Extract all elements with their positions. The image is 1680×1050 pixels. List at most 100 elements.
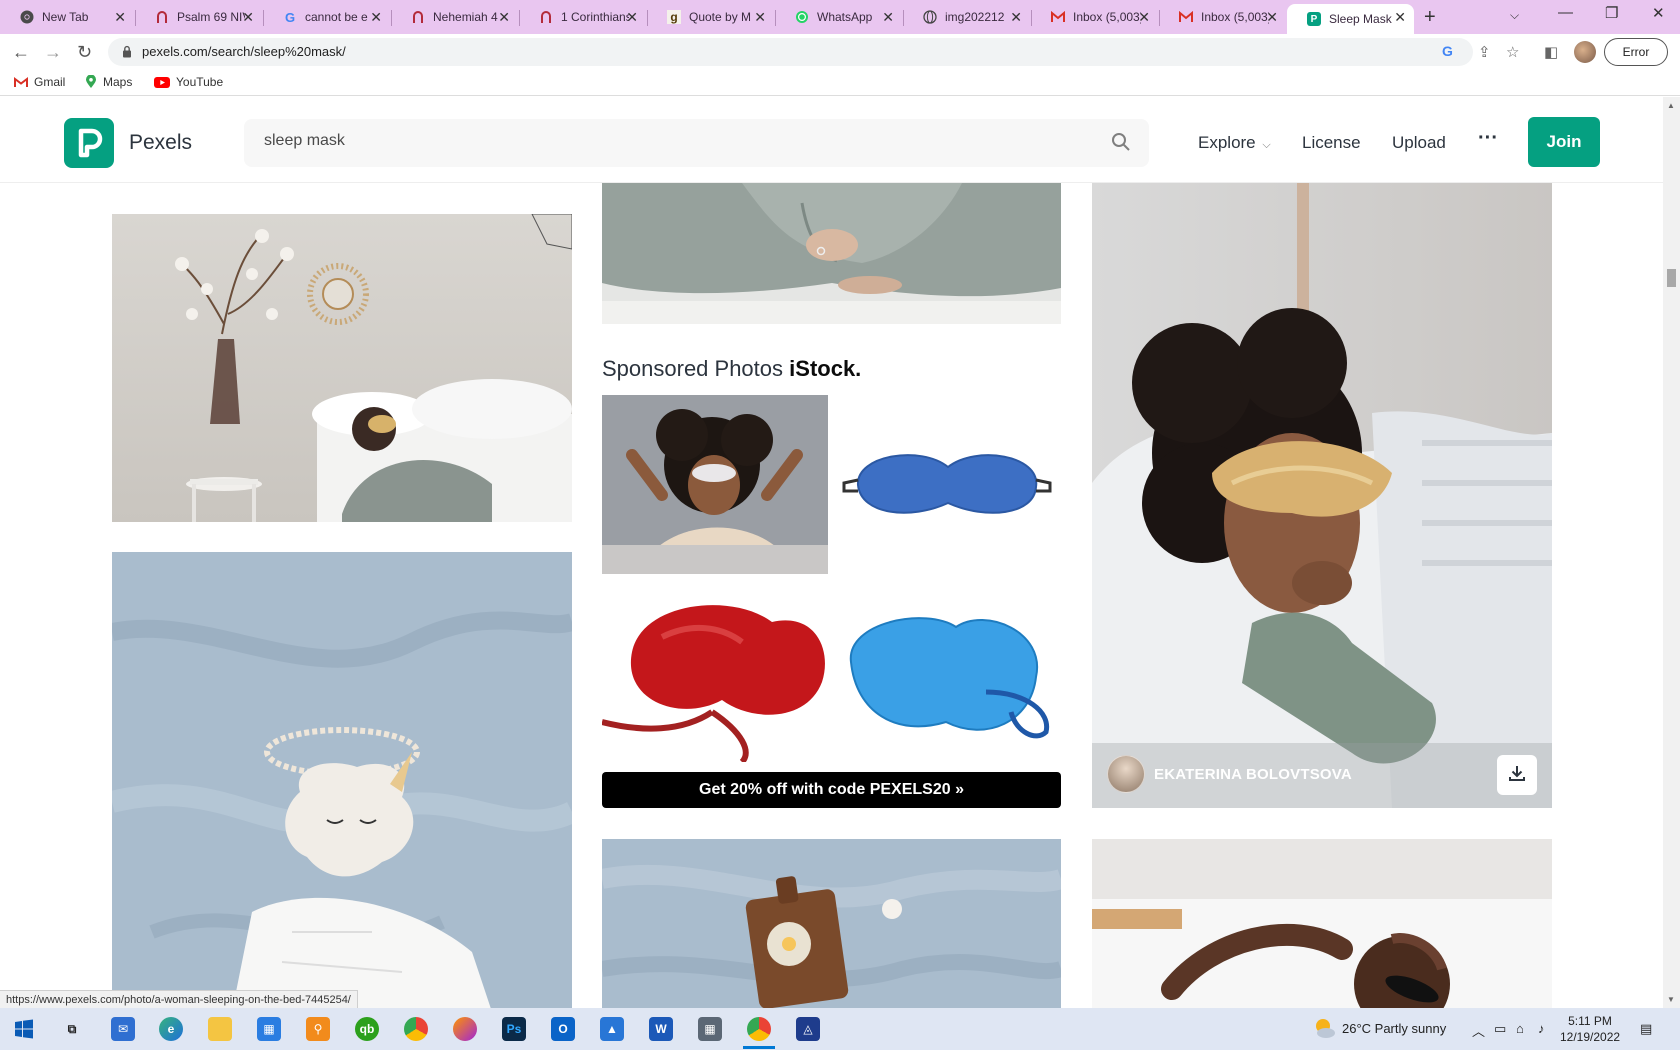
battery-icon[interactable]: ▭: [1494, 1021, 1506, 1037]
photo-author[interactable]: EKATERINA BOLOVTSOVA: [1107, 755, 1352, 793]
scroll-up-icon[interactable]: ▲: [1667, 101, 1675, 110]
download-icon: [1508, 764, 1526, 787]
restore-icon[interactable]: ❐: [1605, 4, 1618, 22]
tab-google[interactable]: G cannot be e ✕: [263, 4, 390, 30]
tab-nehemiah[interactable]: Nehemiah 4 ✕: [391, 4, 518, 30]
tab-inbox-2[interactable]: Inbox (5,003) ✕: [1159, 4, 1286, 30]
sponsored-photo-woman-mask[interactable]: [602, 395, 828, 574]
outlook-icon[interactable]: O: [551, 1017, 575, 1041]
tab-inbox-1[interactable]: Inbox (5,003) ✕: [1031, 4, 1158, 30]
scrollbar-thumb[interactable]: [1667, 269, 1676, 287]
photos-icon[interactable]: ▲: [600, 1017, 624, 1041]
nav-license[interactable]: License: [1302, 133, 1361, 153]
weather-text[interactable]: 26°C Partly sunny: [1342, 1021, 1446, 1036]
mail-icon[interactable]: ✉: [111, 1017, 135, 1041]
network-icon[interactable]: ⌂: [1516, 1021, 1524, 1036]
tab-search-icon[interactable]: ⌵: [1510, 8, 1519, 23]
page-scrollbar[interactable]: ▲ ▼: [1663, 97, 1680, 1008]
join-button[interactable]: Join: [1528, 117, 1600, 167]
photoshop-icon[interactable]: Ps: [502, 1017, 526, 1041]
close-icon[interactable]: ✕: [242, 9, 254, 26]
close-icon[interactable]: ✕: [1394, 9, 1406, 26]
tab-title: New Tab: [42, 10, 89, 24]
store-icon[interactable]: ▦: [257, 1017, 281, 1041]
tab-psalm[interactable]: Psalm 69 NIV ✕: [135, 4, 262, 30]
tab-quote[interactable]: g Quote by M ✕: [647, 4, 774, 30]
bookmark-gmail[interactable]: Gmail: [14, 75, 65, 89]
close-icon[interactable]: ✕: [626, 9, 638, 26]
close-icon[interactable]: ✕: [1010, 9, 1022, 26]
share-icon[interactable]: ⇪: [1478, 43, 1491, 61]
lock-icon: [122, 45, 132, 63]
photo-unicorn-mask[interactable]: [112, 552, 572, 1008]
system-clock[interactable]: 5:11 PM 12/19/2022: [1560, 1013, 1620, 1045]
pexels-icon: P: [1307, 12, 1321, 26]
nav-explore[interactable]: Explore ⌵: [1198, 133, 1271, 153]
tab-corinthians[interactable]: 1 Corinthians ✕: [519, 4, 646, 30]
close-icon[interactable]: ✕: [1138, 9, 1150, 26]
search-input[interactable]: [264, 132, 1064, 150]
tab-new-tab[interactable]: New Tab ✕: [0, 4, 134, 30]
tab-sleep-mask[interactable]: P Sleep Mask ✕: [1287, 4, 1414, 34]
brand-name[interactable]: Pexels: [129, 131, 192, 155]
windows-taskbar: ⧉ ✉ e ▦ ⚲ qb Ps O ▲ W ▦ ◬ 26°C Partly su…: [0, 1008, 1680, 1050]
bookmark-youtube[interactable]: YouTube: [154, 75, 223, 89]
show-hidden-icons[interactable]: ︿: [1472, 1021, 1485, 1040]
notification-icon[interactable]: ▤: [1640, 1021, 1652, 1037]
calculator-icon[interactable]: ▦: [698, 1017, 722, 1041]
download-button[interactable]: [1497, 755, 1537, 795]
sponsored-title: Sponsored Photos: [602, 356, 784, 381]
photo-bedroom-cotton[interactable]: [112, 214, 572, 522]
minimize-icon[interactable]: —: [1558, 4, 1573, 21]
close-icon[interactable]: ✕: [754, 9, 766, 26]
photo-woman-gold-mask[interactable]: [1092, 183, 1552, 808]
close-icon[interactable]: ✕: [114, 9, 126, 26]
reload-icon[interactable]: ↻: [77, 42, 92, 63]
edge-icon[interactable]: e: [159, 1017, 183, 1041]
pexels-logo[interactable]: [64, 118, 114, 168]
sponsored-photo-lightblue-mask[interactable]: [836, 582, 1061, 762]
scanner-icon[interactable]: ◬: [796, 1017, 820, 1041]
bookmark-maps[interactable]: Maps: [85, 75, 132, 89]
start-icon[interactable]: [12, 1017, 36, 1041]
word-icon[interactable]: W: [649, 1017, 673, 1041]
tab-title: Inbox (5,003): [1073, 10, 1141, 24]
google-lens-icon[interactable]: G: [1442, 43, 1453, 59]
photo-candle-board[interactable]: [602, 839, 1061, 1008]
side-panel-icon[interactable]: ◧: [1544, 43, 1558, 61]
tab-img[interactable]: img202212 ✕: [903, 4, 1030, 30]
firefox-icon[interactable]: [453, 1017, 477, 1041]
profile-avatar[interactable]: [1574, 41, 1596, 63]
istock-logo[interactable]: iStock.: [789, 356, 861, 381]
weather-icon[interactable]: [1312, 1016, 1336, 1043]
omnibox[interactable]: pexels.com/search/sleep%20mask/ G: [108, 38, 1473, 66]
photo-man-sleeping[interactable]: [1092, 839, 1552, 1008]
chrome-icon[interactable]: [404, 1017, 428, 1041]
task-view-icon[interactable]: ⧉: [60, 1017, 84, 1041]
bookmark-star-icon[interactable]: ☆: [1506, 43, 1519, 61]
forward-icon[interactable]: →: [44, 42, 62, 63]
search-icon[interactable]: [1111, 132, 1131, 157]
nav-upload[interactable]: Upload: [1392, 133, 1446, 153]
search-app-icon[interactable]: ⚲: [306, 1017, 330, 1041]
sponsored-photo-blue-mask[interactable]: [836, 395, 1061, 574]
address-bar: pexels.com/search/sleep%20mask/ G ⇪ ☆ ◧ …: [108, 38, 1668, 66]
close-window-icon[interactable]: ✕: [1652, 4, 1665, 22]
promo-button[interactable]: Get 20% off with code PEXELS20 »: [602, 772, 1061, 808]
new-tab-button[interactable]: +: [1424, 6, 1436, 29]
quickbooks-icon[interactable]: qb: [355, 1017, 379, 1041]
close-icon[interactable]: ✕: [882, 9, 894, 26]
close-icon[interactable]: ✕: [370, 9, 382, 26]
scroll-down-icon[interactable]: ▼: [1667, 995, 1675, 1004]
volume-icon[interactable]: ♪: [1538, 1021, 1545, 1036]
close-icon[interactable]: ✕: [1266, 9, 1278, 26]
photo-crossed-legs[interactable]: [602, 183, 1061, 324]
back-icon[interactable]: ←: [12, 42, 30, 63]
error-button[interactable]: Error: [1604, 38, 1668, 66]
more-options-icon[interactable]: ···: [1478, 127, 1498, 150]
tab-whatsapp[interactable]: WhatsApp ✕: [775, 4, 902, 30]
close-icon[interactable]: ✕: [498, 9, 510, 26]
sponsored-photo-red-mask[interactable]: [602, 582, 828, 762]
chrome-icon[interactable]: [747, 1017, 771, 1041]
file-explorer-icon[interactable]: [208, 1017, 232, 1041]
